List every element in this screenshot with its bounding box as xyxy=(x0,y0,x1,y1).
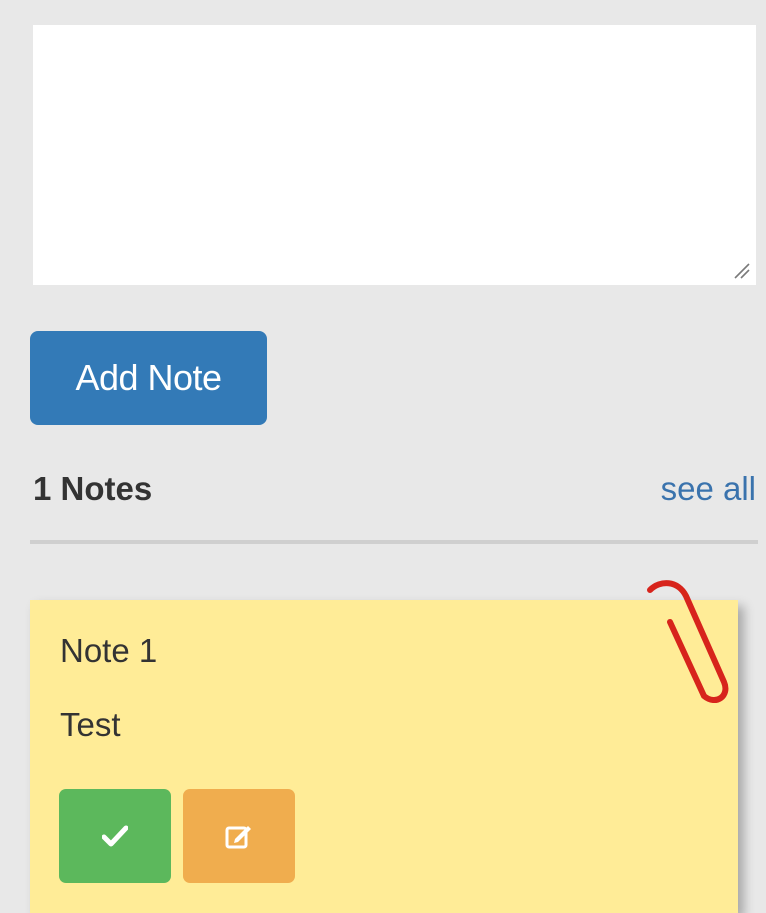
check-icon xyxy=(102,825,128,847)
paperclip-icon xyxy=(647,580,729,703)
note-title: Note 1 xyxy=(60,632,158,669)
notes-divider xyxy=(30,540,758,544)
note-input-container xyxy=(33,25,756,285)
note-body: Test xyxy=(60,706,121,743)
note-input[interactable] xyxy=(33,25,756,285)
add-note-button[interactable]: Add Note xyxy=(30,331,267,425)
notes-count: 1 Notes xyxy=(33,470,153,507)
note-card: Note 1 Test xyxy=(30,600,738,913)
edit-icon xyxy=(225,826,251,849)
see-all-link[interactable]: see all xyxy=(661,470,756,508)
edit-note-button[interactable] xyxy=(183,789,295,883)
resize-handle-icon[interactable] xyxy=(732,261,750,279)
complete-note-button[interactable] xyxy=(59,789,171,883)
